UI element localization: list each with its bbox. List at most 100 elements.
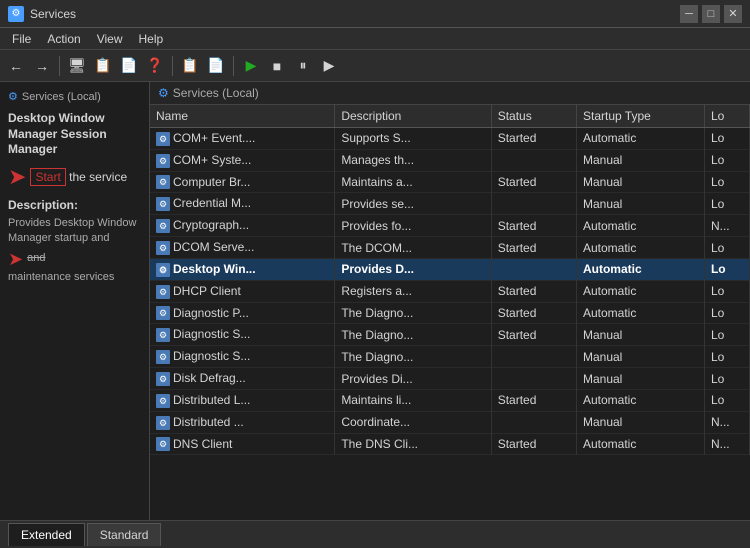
start-service-button[interactable]: ▶: [239, 54, 263, 78]
services-table[interactable]: Name Description Status Startup Type Lo …: [150, 105, 750, 520]
service-startup-cell: Automatic: [576, 128, 704, 150]
service-status-cell: [491, 346, 576, 368]
table-row[interactable]: ⚙Computer Br...Maintains a...StartedManu…: [150, 171, 750, 193]
service-lo-cell: Lo: [704, 280, 749, 302]
start-link[interactable]: Start: [30, 168, 65, 186]
service-icon: ⚙: [156, 416, 170, 430]
service-status-cell: [491, 149, 576, 171]
menu-help[interactable]: Help: [131, 30, 172, 48]
service-desc-cell: Provides D...: [335, 258, 491, 280]
help-button[interactable]: ❓: [143, 54, 167, 78]
service-desc-cell: Provides fo...: [335, 215, 491, 237]
left-panel: ⚙ Services (Local) Desktop Window Manage…: [0, 82, 150, 520]
minimize-button[interactable]: ─: [680, 5, 698, 23]
col-status[interactable]: Status: [491, 105, 576, 128]
window-controls: ─ □ ✕: [680, 5, 742, 23]
main-content: ⚙ Services (Local) Desktop Window Manage…: [0, 82, 750, 520]
service-lo-cell: Lo: [704, 368, 749, 390]
strikethrough-text: and: [27, 252, 45, 264]
col-description[interactable]: Description: [335, 105, 491, 128]
right-panel: ⚙ Services (Local) Name Description Stat…: [150, 82, 750, 520]
stop-service-button[interactable]: ■: [265, 54, 289, 78]
pause-service-button[interactable]: ⏸: [291, 54, 315, 78]
service-name-cell: ⚙COM+ Event....: [150, 128, 335, 150]
service-startup-cell: Automatic: [576, 302, 704, 324]
arrow-left-icon: ➤: [8, 164, 26, 190]
table-row[interactable]: ⚙COM+ Syste...Manages th...ManualLo: [150, 149, 750, 171]
forward-button[interactable]: →: [30, 54, 54, 78]
tab-extended[interactable]: Extended: [8, 523, 85, 546]
menu-view[interactable]: View: [89, 30, 131, 48]
table-row[interactable]: ⚙Diagnostic S...The Diagno...StartedManu…: [150, 324, 750, 346]
window-title: Services: [30, 7, 76, 21]
service-lo-cell: N...: [704, 433, 749, 455]
service-icon: ⚙: [156, 328, 170, 342]
menu-file[interactable]: File: [4, 30, 39, 48]
service-status-cell: Started: [491, 433, 576, 455]
restart-service-button[interactable]: ▶: [317, 54, 341, 78]
new-button[interactable]: 📄: [117, 54, 141, 78]
service-desc-cell: Registers a...: [335, 280, 491, 302]
service-startup-cell: Automatic: [576, 280, 704, 302]
table-row[interactable]: ⚙DNS ClientThe DNS Cli...StartedAutomati…: [150, 433, 750, 455]
table-row[interactable]: ⚙Diagnostic S...The Diagno...ManualLo: [150, 346, 750, 368]
service-name-cell: ⚙Credential M...: [150, 193, 335, 215]
table-row[interactable]: ⚙Disk Defrag...Provides Di...ManualLo: [150, 368, 750, 390]
tab-standard[interactable]: Standard: [87, 523, 162, 546]
col-name[interactable]: Name: [150, 105, 335, 128]
table-row[interactable]: ⚙Distributed ...Coordinate...ManualN...: [150, 411, 750, 433]
service-startup-cell: Automatic: [576, 215, 704, 237]
close-button[interactable]: ✕: [724, 5, 742, 23]
service-status-cell: Started: [491, 324, 576, 346]
description-section: Description: Provides Desktop Window Man…: [8, 198, 141, 285]
export-button[interactable]: 📋: [178, 54, 202, 78]
service-lo-cell: Lo: [704, 171, 749, 193]
properties-button[interactable]: 📋: [91, 54, 115, 78]
service-icon: ⚙: [156, 394, 170, 408]
table-row[interactable]: ⚙Desktop Win...Provides D...AutomaticLo: [150, 258, 750, 280]
service-icon: ⚙: [156, 197, 170, 211]
service-status-cell: [491, 411, 576, 433]
service-status-cell: [491, 368, 576, 390]
service-desc-cell: The Diagno...: [335, 346, 491, 368]
service-icon: ⚙: [156, 263, 170, 277]
show-console-button[interactable]: 🖥: [65, 54, 89, 78]
service-name-cell: ⚙COM+ Syste...: [150, 149, 335, 171]
toolbar-separator-1: [59, 56, 60, 76]
table-row[interactable]: ⚙COM+ Event....Supports S...StartedAutom…: [150, 128, 750, 150]
service-desc-cell: The DNS Cli...: [335, 433, 491, 455]
col-startup[interactable]: Startup Type: [576, 105, 704, 128]
service-status-cell: Started: [491, 237, 576, 259]
import-button[interactable]: 📄: [204, 54, 228, 78]
table-row[interactable]: ⚙Cryptograph...Provides fo...StartedAuto…: [150, 215, 750, 237]
table-row[interactable]: ⚙DHCP ClientRegisters a...StartedAutomat…: [150, 280, 750, 302]
status-bar: Extended Standard: [0, 520, 750, 548]
service-name-cell: ⚙Cryptograph...: [150, 215, 335, 237]
menu-bar: File Action View Help: [0, 28, 750, 50]
maximize-button[interactable]: □: [702, 5, 720, 23]
service-status-cell: Started: [491, 171, 576, 193]
service-lo-cell: N...: [704, 215, 749, 237]
service-status-cell: Started: [491, 128, 576, 150]
right-panel-icon: ⚙: [158, 86, 169, 100]
service-name-cell: ⚙Diagnostic P...: [150, 302, 335, 324]
col-lo[interactable]: Lo: [704, 105, 749, 128]
service-status-cell: [491, 258, 576, 280]
left-panel-header: ⚙ Services (Local): [8, 90, 141, 103]
description-line-3: maintenance services: [8, 270, 141, 285]
left-panel-label: Services (Local): [22, 91, 101, 103]
table-row[interactable]: ⚙Distributed L...Maintains li...StartedA…: [150, 389, 750, 411]
menu-action[interactable]: Action: [39, 30, 88, 48]
table-row[interactable]: ⚙Diagnostic P...The Diagno...StartedAuto…: [150, 302, 750, 324]
table-header-row: Name Description Status Startup Type Lo: [150, 105, 750, 128]
service-name-cell: ⚙Disk Defrag...: [150, 368, 335, 390]
service-startup-cell: Manual: [576, 346, 704, 368]
table-row[interactable]: ⚙DCOM Serve...The DCOM...StartedAutomati…: [150, 237, 750, 259]
service-icon: ⚙: [156, 175, 170, 189]
table-row[interactable]: ⚙Credential M...Provides se...ManualLo: [150, 193, 750, 215]
service-desc-cell: The Diagno...: [335, 302, 491, 324]
service-lo-cell: Lo: [704, 237, 749, 259]
service-status-cell: [491, 193, 576, 215]
service-icon: ⚙: [156, 285, 170, 299]
back-button[interactable]: ←: [4, 54, 28, 78]
